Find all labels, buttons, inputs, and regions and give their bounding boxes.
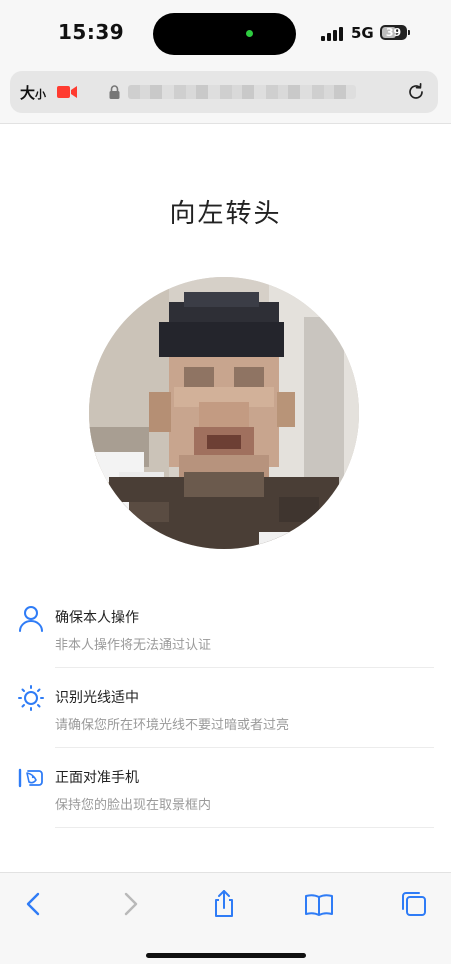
text-size-button[interactable]: 大小: [20, 82, 46, 103]
page-title: 向左转头: [169, 199, 282, 229]
back-icon[interactable]: [19, 889, 49, 919]
home-indicator[interactable]: [146, 953, 306, 958]
status-time: 15:39: [58, 20, 125, 44]
browser-top-toolbar: 大小: [0, 66, 451, 124]
tip-title: 确保本人操作: [55, 610, 139, 626]
battery-icon: 39: [380, 25, 407, 40]
list-item: 确保本人操作 非本人操作将无法通过认证: [0, 588, 451, 668]
tabs-icon[interactable]: [399, 889, 429, 919]
browser-bottom-toolbar: [0, 872, 451, 964]
tip-description: 非本人操作将无法通过认证: [55, 638, 212, 653]
status-bar: 15:39 5G 39: [0, 0, 451, 66]
tip-description: 请确保您所在环境光线不要过暗或者过亮: [55, 718, 290, 733]
share-icon[interactable]: [209, 889, 239, 919]
url-text-blurred[interactable]: [128, 85, 356, 99]
list-item: 识别光线适中 请确保您所在环境光线不要过暗或者过亮: [0, 668, 451, 748]
sun-icon: [18, 685, 44, 711]
battery-level: 39: [385, 26, 402, 39]
face-frame-icon: [18, 768, 43, 788]
tip-description: 保持您的脸出现在取景框内: [55, 798, 212, 813]
lock-icon: [109, 85, 120, 99]
camera-indicator-dot: [246, 30, 253, 37]
forward-icon[interactable]: [115, 889, 145, 919]
reload-icon[interactable]: [406, 82, 426, 102]
person-icon: [19, 606, 43, 632]
divider: [55, 827, 434, 828]
face-viewfinder: [89, 277, 359, 549]
address-bar[interactable]: 大小: [10, 71, 438, 113]
bookmarks-icon[interactable]: [304, 889, 334, 919]
dynamic-island: [153, 13, 296, 55]
cellular-signal-icon: [321, 27, 345, 41]
text-size-small-label: 小: [35, 88, 47, 101]
text-size-large-label: 大: [20, 84, 36, 102]
network-type: 5G: [351, 24, 374, 42]
tip-title: 识别光线适中: [55, 690, 139, 706]
camera-recording-icon[interactable]: [57, 86, 77, 98]
tip-title: 正面对准手机: [55, 770, 139, 786]
list-item: 正面对准手机 保持您的脸出现在取景框内: [0, 748, 451, 828]
